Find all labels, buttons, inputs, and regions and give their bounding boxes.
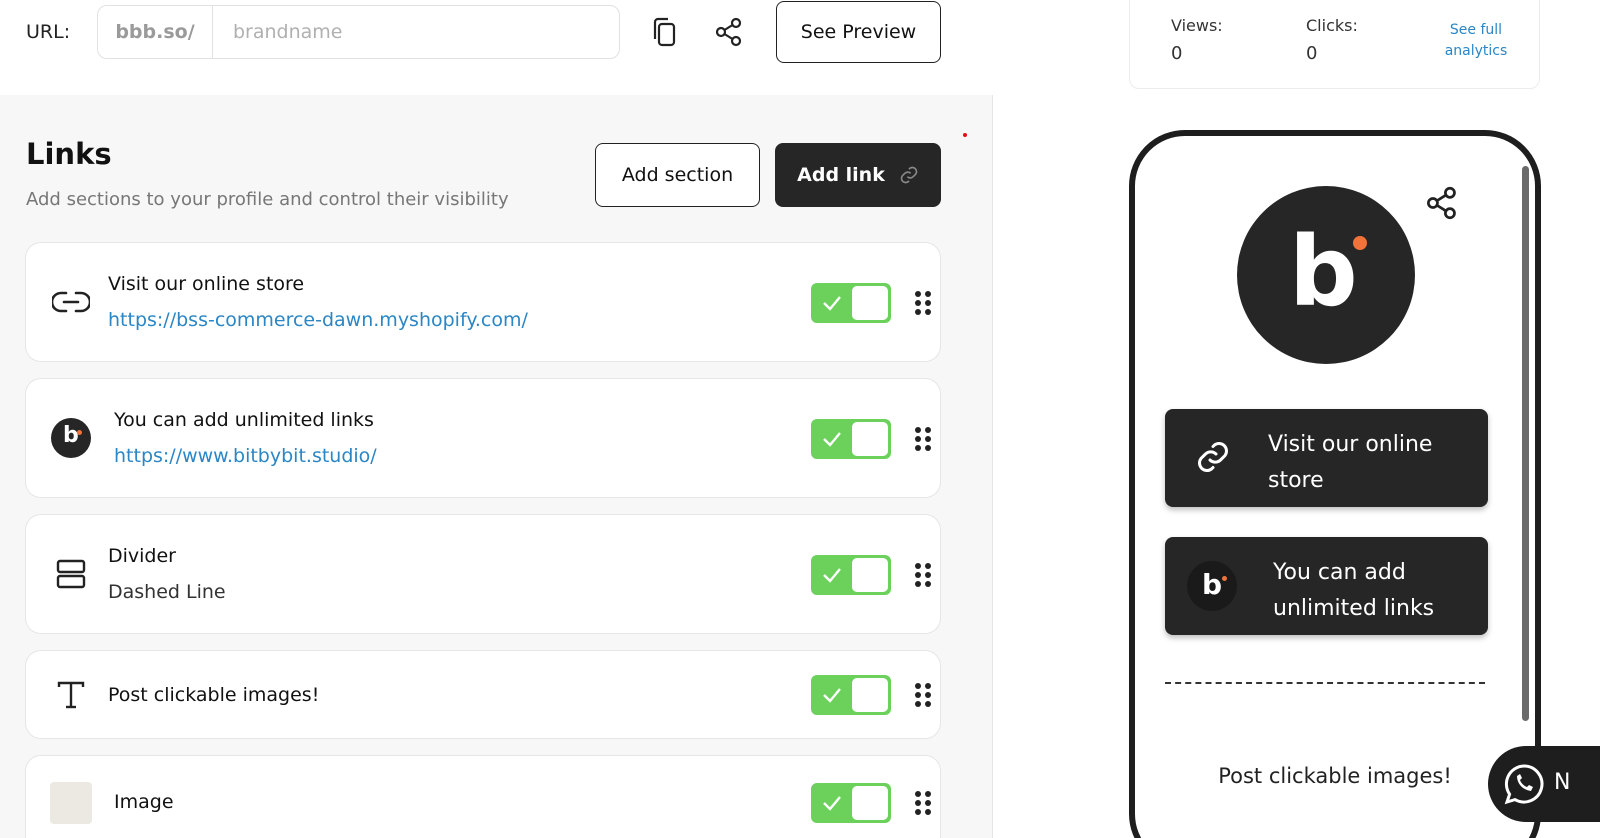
visibility-toggle[interactable] [811,283,891,323]
toggle-knob [852,422,888,456]
brandname-input[interactable] [213,6,619,58]
url-bar: URL: bbb.so/ See Preview [0,0,993,95]
toggle-knob [852,678,888,712]
url-field[interactable]: bbb.so/ [97,5,620,59]
url-prefix: bbb.so/ [98,6,213,58]
toggle-knob [852,286,888,320]
text-item-card[interactable]: Post clickable images! [25,650,941,739]
add-section-button[interactable]: Add section [595,143,760,207]
views-value: 0 [1171,43,1183,64]
clicks-label: Clicks: [1306,16,1358,35]
toggle-knob [852,786,888,820]
image-thumbnail [50,782,92,824]
divider-item-card[interactable]: Divider Dashed Line [25,514,941,634]
divider-style: Dashed Line [108,581,226,603]
check-icon [823,568,841,583]
preview-link-label: Visit our online store [1268,432,1433,493]
link-icon [1198,442,1228,472]
brand-logo-icon: b [1187,561,1237,611]
text-icon [50,674,92,716]
add-link-label: Add link [797,164,885,186]
preview-text-block: Post clickable images! [1218,764,1452,788]
link-url[interactable]: https://bss-commerce-dawn.myshopify.com/ [108,309,528,331]
link-item-card[interactable]: Visit our online store https://bss-comme… [25,242,941,362]
copy-icon[interactable] [644,12,684,52]
links-title: Links [26,137,112,171]
url-label: URL: [26,21,71,43]
see-preview-button[interactable]: See Preview [776,1,941,63]
brand-logo-icon: b [50,417,92,459]
preview-link-button[interactable]: Visit our online store [1165,409,1488,507]
drag-handle-icon[interactable] [913,290,933,316]
visibility-toggle[interactable] [811,675,891,715]
check-icon [823,432,841,447]
divider-icon [50,553,92,595]
visibility-toggle[interactable] [811,419,891,459]
drag-handle-icon[interactable] [913,790,933,816]
views-label: Views: [1171,16,1223,35]
share-icon[interactable] [709,12,749,52]
avatar-dot [1353,236,1367,250]
text-item-title: Post clickable images! [108,684,320,706]
link-url[interactable]: https://www.bitbybit.studio/ [114,445,377,467]
chat-widget-label: N [1554,770,1571,795]
preview-link-button[interactable]: b You can add unlimited links [1165,537,1488,635]
see-full-analytics-link[interactable]: See full analytics [1437,20,1515,62]
notification-dot [963,133,967,137]
link-title: You can add unlimited links [114,409,374,431]
check-icon [823,796,841,811]
image-item-title: Image [114,791,174,813]
phone-scrollbar[interactable] [1522,166,1529,721]
preview-divider [1165,682,1485,684]
visibility-toggle[interactable] [811,555,891,595]
avatar-letter: b [1289,216,1358,328]
link-title: Visit our online store [108,273,305,295]
divider-title: Divider [108,545,176,567]
drag-handle-icon[interactable] [913,562,933,588]
links-subtitle: Add sections to your profile and control… [26,189,509,210]
whatsapp-icon [1504,764,1544,805]
drag-handle-icon[interactable] [913,426,933,452]
share-icon[interactable] [1425,186,1459,220]
toggle-knob [852,558,888,592]
profile-avatar: b [1237,186,1415,364]
phone-preview: b Visit our online store b You can add u… [1129,130,1541,838]
check-icon [823,296,841,311]
editor-panel: URL: bbb.so/ See Preview Links Add secti… [0,0,993,838]
stats-card: Views: 0 Clicks: 0 See full analytics [1129,0,1540,89]
preview-link-label: You can add unlimited links [1273,560,1435,621]
link-item-card[interactable]: b You can add unlimited links https://ww… [25,378,941,498]
add-link-button[interactable]: Add link [775,143,941,207]
check-icon [823,688,841,703]
clicks-value: 0 [1306,43,1318,64]
whatsapp-chat-button[interactable]: N [1488,746,1600,822]
link-icon [50,281,92,323]
image-item-card[interactable]: Image [25,755,941,838]
drag-handle-icon[interactable] [913,682,933,708]
link-icon [900,166,918,184]
visibility-toggle[interactable] [811,783,891,823]
preview-panel: Views: 0 Clicks: 0 See full analytics b … [994,0,1600,838]
